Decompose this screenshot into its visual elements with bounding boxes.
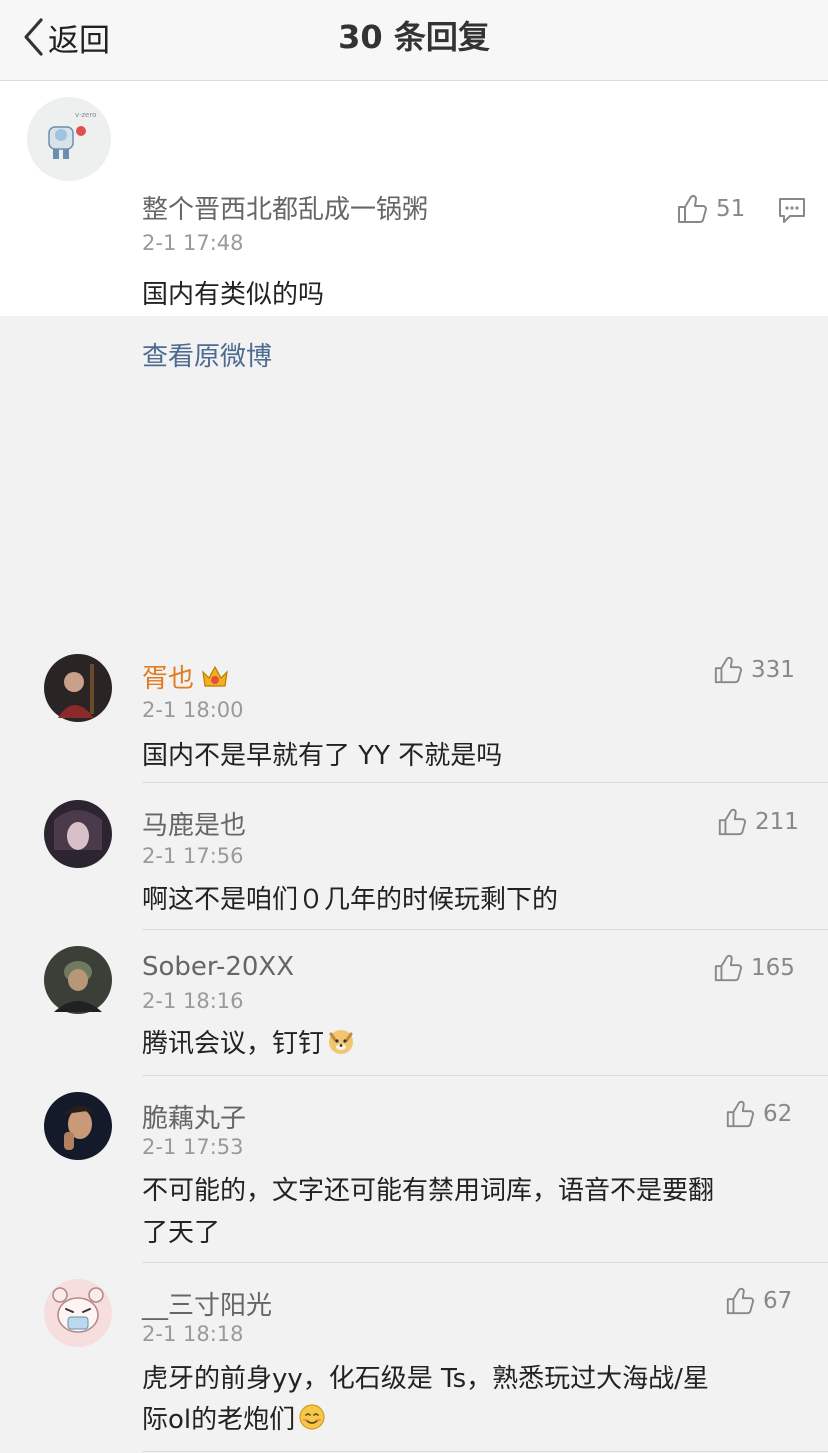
like-button[interactable]: 211 [717, 807, 799, 837]
comment-text: 啊这不是咱们０几年的时候玩剩下的 [142, 885, 559, 915]
like-button[interactable]: 67 [725, 1286, 792, 1316]
commenter-name[interactable]: 马鹿是也 [142, 805, 246, 842]
like-count: 165 [751, 955, 795, 981]
view-original-link[interactable]: 查看原微博 [142, 336, 272, 373]
smile-emoji-icon [297, 1402, 327, 1439]
comment-time: 2-1 18:18 [142, 1322, 244, 1346]
avatar[interactable] [44, 1092, 112, 1160]
reply-icon[interactable] [777, 195, 807, 229]
like-button[interactable]: 165 [713, 953, 795, 983]
like-button[interactable]: 51 [676, 193, 745, 225]
thumbs-up-icon [718, 808, 747, 836]
vip-crown-icon [200, 663, 230, 696]
svg-text:v·zero: v·zero [75, 111, 96, 119]
like-button[interactable]: 331 [713, 655, 795, 685]
commenter-name[interactable]: 脆藕丸子 [142, 1098, 246, 1135]
comment-text-line: 虎牙的前身yy，化石级是 Ts，熟悉玩过大海战/星 [142, 1364, 709, 1394]
list-item: 胥也 2-1 18:00 国内不是早就有了 YY 不就是吗 331 [0, 632, 828, 783]
comment-time: 2-1 18:16 [142, 989, 244, 1013]
thumbs-up-icon [726, 1100, 755, 1128]
original-comment: v·zero 整个晋西北都乱成一锅粥 2-1 17:48 国内有类似的吗 查看原… [0, 81, 828, 372]
comment-time: 2-1 17:48 [142, 231, 244, 255]
like-button[interactable]: 62 [725, 1099, 792, 1129]
like-count: 51 [716, 196, 746, 222]
thumbs-up-icon [714, 656, 743, 684]
commenter-name[interactable]: __三寸阳光 [142, 1285, 272, 1322]
comment-time: 2-1 17:56 [142, 844, 244, 868]
commenter-name[interactable]: Sober-20XX [142, 952, 294, 982]
list-item: Sober-20XX 2-1 18:16 腾讯会议，钉钉 165 [0, 930, 828, 1076]
commenter-name[interactable]: 胥也 [142, 658, 230, 696]
comment-time: 2-1 17:53 [142, 1135, 244, 1159]
comment-text: 国内有类似的吗 [142, 280, 325, 310]
comment-text-line: 际ol的老炮们 [142, 1399, 327, 1439]
nav-bar: 返回 30 条回复 [0, 0, 828, 81]
avatar[interactable] [44, 654, 112, 722]
comment-time: 2-1 18:00 [142, 698, 244, 722]
comment-text-line: 不可能的，文字还可能有禁用词库，语音不是要翻 [142, 1176, 715, 1206]
comment-text-line: 了天了 [142, 1218, 221, 1248]
comment-text: 腾讯会议，钉钉 [142, 1023, 356, 1063]
commenter-name[interactable]: 整个晋西北都乱成一锅粥 [142, 189, 428, 226]
thumbs-up-icon [714, 954, 743, 982]
like-count: 331 [751, 657, 795, 683]
thumbs-up-icon [726, 1287, 755, 1315]
avatar[interactable] [44, 1279, 112, 1347]
doge-emoji-icon [326, 1026, 356, 1063]
avatar[interactable] [44, 800, 112, 868]
like-count: 62 [763, 1101, 793, 1127]
list-item: 脆藕丸子 2-1 17:53 不可能的，文字还可能有禁用词库，语音不是要翻 了天… [0, 1076, 828, 1263]
page-title: 30 条回复 [338, 18, 490, 56]
thumbs-up-icon [678, 194, 707, 223]
comment-text: 国内不是早就有了 YY 不就是吗 [142, 741, 503, 771]
list-item: __三寸阳光 2-1 18:18 虎牙的前身yy，化石级是 Ts，熟悉玩过大海战… [0, 1263, 828, 1453]
like-count: 67 [763, 1288, 793, 1314]
avatar[interactable]: v·zero [27, 97, 111, 181]
avatar[interactable] [44, 946, 112, 1014]
like-count: 211 [755, 809, 799, 835]
list-item: 马鹿是也 2-1 17:56 啊这不是咱们０几年的时候玩剩下的 211 [0, 783, 828, 930]
divider [142, 1451, 828, 1452]
